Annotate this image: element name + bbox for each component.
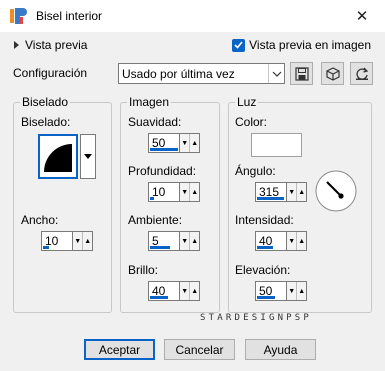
live-preview-checkbox[interactable]: Vista previa en imagen <box>232 38 371 52</box>
decrement-icon[interactable]: ▼ <box>287 232 296 250</box>
accept-button[interactable]: Aceptar <box>84 339 155 360</box>
intensity-label: Intensidad: <box>235 213 294 227</box>
increment-icon[interactable]: ▲ <box>296 232 306 250</box>
intensity-spinner[interactable]: 40 ▼ ▲ <box>255 231 307 251</box>
brightness-label: Brillo: <box>128 263 159 277</box>
smoothness-input[interactable]: 50 <box>148 133 179 153</box>
intensity-input[interactable]: 40 <box>255 231 286 251</box>
brightness-spinner[interactable]: 40 ▼ ▲ <box>148 281 200 301</box>
resources-button[interactable] <box>321 62 344 85</box>
save-preset-button[interactable] <box>290 62 313 85</box>
depth-input[interactable]: 10 <box>148 182 179 202</box>
image-group-title: Imagen <box>127 95 172 109</box>
preview-toggle[interactable]: Vista previa <box>14 38 87 52</box>
elevation-spinner[interactable]: 50 ▼ ▲ <box>255 281 307 301</box>
paintshop-app-icon <box>10 8 27 24</box>
decrement-icon[interactable]: ▼ <box>180 134 189 152</box>
decrement-icon[interactable]: ▼ <box>180 232 189 250</box>
increment-icon[interactable]: ▲ <box>189 134 199 152</box>
width-label: Ancho: <box>21 213 59 227</box>
increment-icon[interactable]: ▲ <box>189 282 199 300</box>
title-bar: Bisel interior ✕ <box>0 0 385 32</box>
dropdown-arrow-icon <box>84 154 92 159</box>
reset-button[interactable] <box>350 62 373 85</box>
depth-spinner[interactable]: 10 ▼ ▲ <box>148 182 200 202</box>
angle-dial[interactable] <box>314 169 358 213</box>
bevel-group-title: Biselado <box>20 95 71 109</box>
bevel-shape-icon <box>44 144 72 172</box>
preview-label: Vista previa <box>25 38 88 52</box>
ambience-label: Ambiente: <box>128 213 183 227</box>
ambience-spinner[interactable]: 5 ▼ ▲ <box>148 231 200 251</box>
window-title: Bisel interior <box>36 9 103 23</box>
color-label: Color: <box>235 115 268 129</box>
decrement-icon[interactable]: ▼ <box>180 183 189 201</box>
light-group-title: Luz <box>235 95 259 109</box>
smoothness-spinner[interactable]: 50 ▼ ▲ <box>148 133 200 153</box>
depth-label: Profundidad: <box>128 164 197 178</box>
width-spinner[interactable]: 10 ▼ ▲ <box>41 231 93 251</box>
elevation-input[interactable]: 50 <box>255 281 286 301</box>
config-select[interactable]: Usado por última vez <box>118 63 285 84</box>
elevation-label: Elevación: <box>235 263 291 277</box>
config-value: Usado por última vez <box>122 67 235 81</box>
brightness-input[interactable]: 40 <box>148 281 179 301</box>
increment-icon[interactable]: ▲ <box>189 232 199 250</box>
cancel-button[interactable]: Cancelar <box>164 339 235 360</box>
checkmark-icon <box>232 38 246 52</box>
increment-icon[interactable]: ▲ <box>296 282 306 300</box>
bevel-shape-preview[interactable] <box>38 134 78 179</box>
bevel-dropdown-button[interactable] <box>80 134 96 179</box>
live-preview-label: Vista previa en imagen <box>249 38 371 52</box>
reset-icon <box>355 67 368 80</box>
angle-label: Ángulo: <box>235 164 276 178</box>
increment-icon[interactable]: ▲ <box>296 183 306 201</box>
close-icon: ✕ <box>355 8 369 25</box>
help-button[interactable]: Ayuda <box>245 339 316 360</box>
angle-input[interactable]: 315 <box>255 182 286 202</box>
config-label: Configuración <box>13 66 88 80</box>
expand-arrow-icon <box>14 41 19 49</box>
decrement-icon[interactable]: ▼ <box>180 282 189 300</box>
width-input[interactable]: 10 <box>41 231 72 251</box>
decrement-icon[interactable]: ▼ <box>73 232 82 250</box>
chevron-down-icon <box>268 64 284 83</box>
save-icon <box>294 66 309 81</box>
watermark-text: STARDESIGNPSP <box>200 313 313 323</box>
increment-icon[interactable]: ▲ <box>189 183 199 201</box>
ambience-input[interactable]: 5 <box>148 231 179 251</box>
decrement-icon[interactable]: ▼ <box>287 183 296 201</box>
angle-spinner[interactable]: 315 ▼ ▲ <box>255 182 307 202</box>
decrement-icon[interactable]: ▼ <box>287 282 296 300</box>
light-color-swatch[interactable] <box>251 133 302 157</box>
increment-icon[interactable]: ▲ <box>82 232 92 250</box>
cube-icon <box>325 66 340 81</box>
smoothness-label: Suavidad: <box>128 115 182 129</box>
bevel-label: Biselado: <box>21 115 71 129</box>
close-button[interactable]: ✕ <box>339 0 385 32</box>
